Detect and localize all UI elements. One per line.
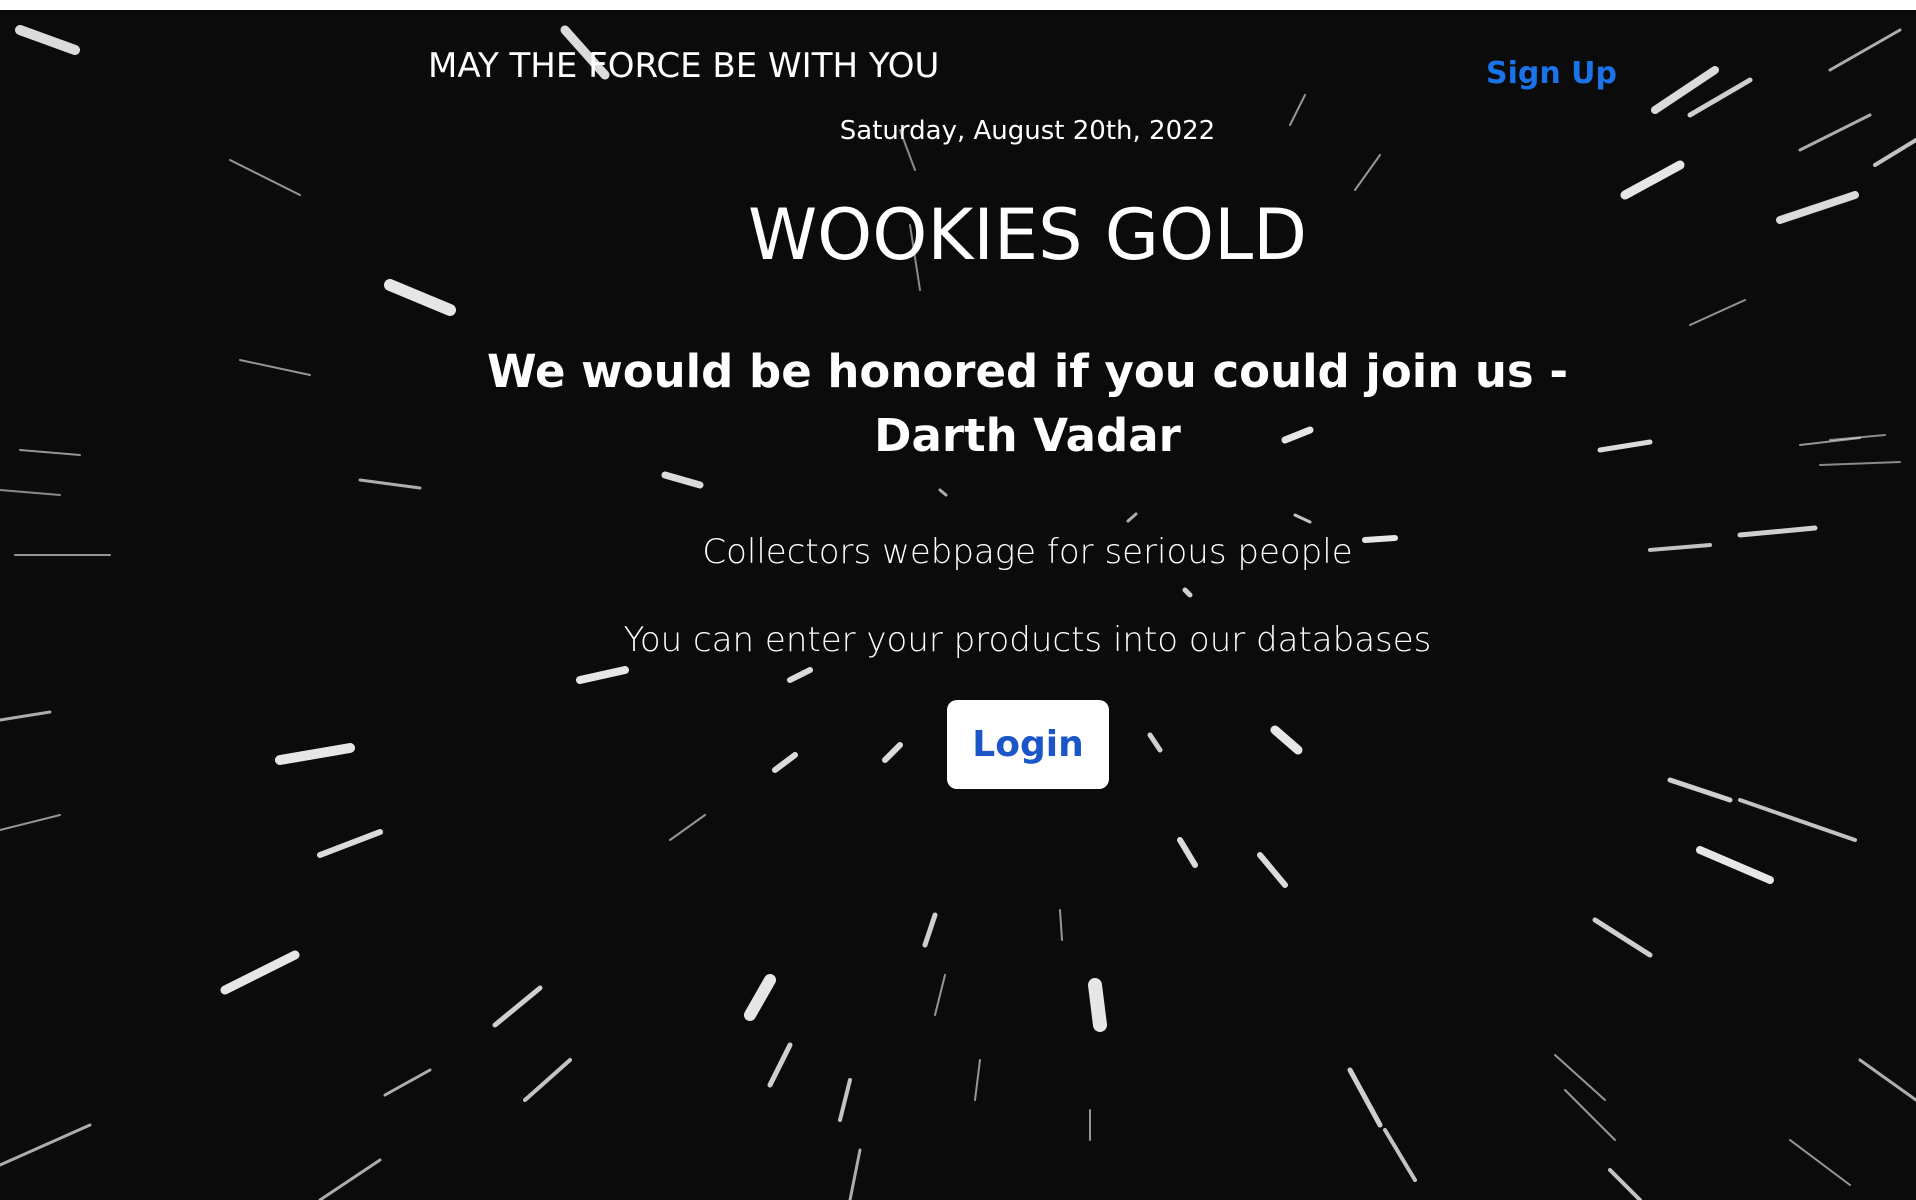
star-streak (1828, 28, 1902, 72)
star-streak (767, 1042, 793, 1088)
star-streak (772, 752, 798, 773)
star-streak (1789, 1139, 1851, 1186)
star-streak (358, 478, 422, 490)
star-streak (384, 279, 456, 316)
star-streak (1354, 154, 1381, 191)
star-streak (1819, 461, 1901, 466)
star-streak (1858, 1058, 1916, 1102)
star-streak (848, 1148, 862, 1200)
star-streak (1554, 1054, 1606, 1101)
star-streak (1689, 299, 1746, 326)
star-streak (1147, 732, 1163, 753)
star-streak (1620, 160, 1685, 200)
star-streak (229, 159, 301, 196)
star-streak (882, 742, 903, 763)
star-streak (1270, 725, 1303, 755)
star-streak (523, 1058, 572, 1102)
description-text: You can enter your products into our dat… (623, 620, 1432, 660)
star-streak (938, 488, 948, 497)
star-streak (974, 1059, 981, 1101)
star-streak (15, 25, 80, 55)
star-streak (1592, 917, 1653, 958)
star-streak (239, 359, 311, 376)
star-streak (275, 743, 355, 765)
star-streak (1177, 837, 1198, 868)
star-streak (0, 1123, 92, 1167)
login-button[interactable]: Login (947, 700, 1109, 789)
star-streak (317, 829, 383, 858)
starfield-streaks (0, 25, 1916, 1200)
star-streak (0, 814, 61, 831)
tagline-text: Collectors webpage for serious people (702, 532, 1353, 572)
star-streak (1257, 852, 1288, 888)
star-streak (1126, 512, 1138, 523)
current-date: Saturday, August 20th, 2022 (839, 116, 1216, 146)
star-streak (669, 814, 706, 841)
star-streak (934, 974, 946, 1016)
page-title: WOOKIES GOLD (747, 194, 1308, 276)
star-streak (787, 667, 813, 683)
star-streak (1696, 846, 1774, 884)
star-streak (0, 710, 52, 722)
hyperspace-background: MAY THE FORCE BE WITH YOU Sign Up Saturd… (0, 10, 1916, 1200)
star-streak (1059, 909, 1063, 941)
star-streak (922, 912, 938, 948)
star-streak (1182, 587, 1193, 598)
star-streak (318, 1158, 382, 1200)
star-streak (1738, 798, 1857, 842)
star-streak (220, 950, 300, 995)
star-streak (1667, 777, 1733, 803)
star-streak (744, 974, 776, 1021)
star-streak (1564, 1089, 1616, 1141)
star-streak (576, 666, 629, 684)
star-streak (492, 985, 543, 1028)
star-streak (1383, 1128, 1417, 1182)
star-streak (661, 471, 704, 489)
invitation-heading: We would be honored if you could join us… (486, 345, 1569, 462)
star-streak (0, 489, 61, 496)
star-streak (383, 1068, 432, 1097)
star-streak (1088, 978, 1107, 1032)
star-streak (19, 449, 81, 456)
star-streak (1597, 439, 1653, 453)
brand-title: MAY THE FORCE BE WITH YOU (428, 46, 940, 86)
star-streak (1347, 1067, 1383, 1128)
signup-link[interactable]: Sign Up (1486, 56, 1617, 91)
star-streak (1293, 513, 1312, 524)
star-streak (1608, 1168, 1642, 1200)
star-streak (838, 1078, 852, 1122)
